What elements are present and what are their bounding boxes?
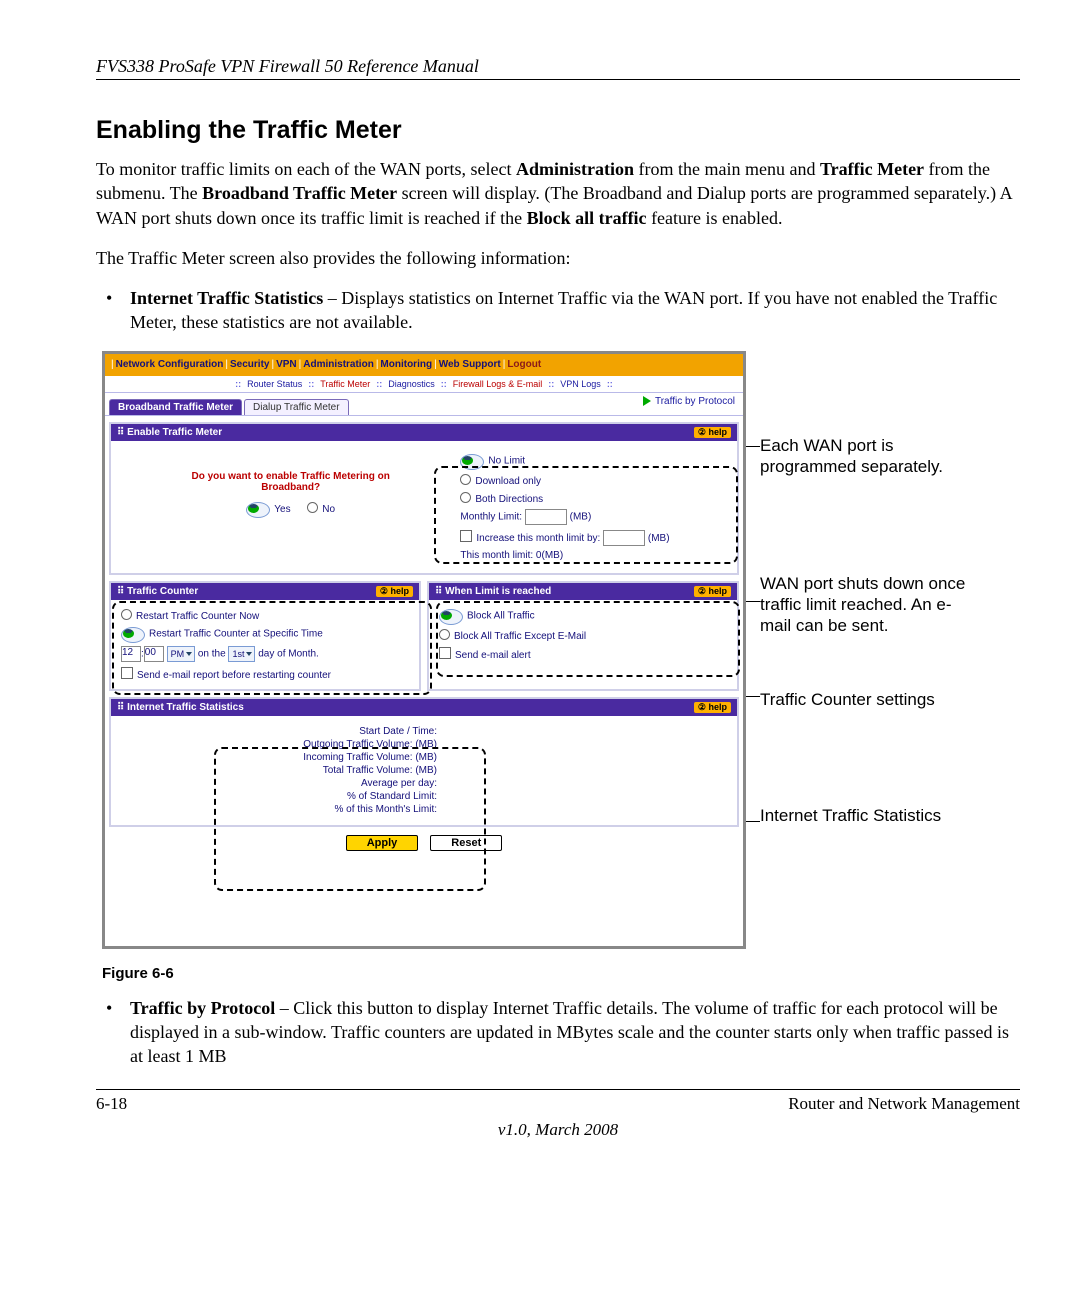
nav-security[interactable]: Security [230,359,269,370]
stat-total: Total Traffic Volume: (MB) [111,765,737,776]
nav-logout[interactable]: Logout [507,359,541,370]
sub-traffic-meter[interactable]: Traffic Meter [320,379,370,389]
stat-std: % of Standard Limit: [111,791,737,802]
manual-header: FVS338 ProSafe VPN Firewall 50 Reference… [96,56,1020,80]
increase-limit-checkbox[interactable] [460,530,472,542]
info-paragraph: The Traffic Meter screen also provides t… [96,246,1020,270]
main-nav: | Network Configuration| Security| VPN| … [105,354,743,376]
help-icon[interactable]: ② help [694,586,731,597]
nav-monitoring[interactable]: Monitoring [380,359,432,370]
tab-dialup[interactable]: Dialup Traffic Meter [244,399,349,415]
send-report-checkbox[interactable] [121,667,133,679]
panel-limit: ⠿ When Limit is reached ② help Block All … [427,581,739,691]
nav-admin[interactable]: Administration [303,359,374,370]
sub-nav: ::Router Status ::Traffic Meter ::Diagno… [105,376,743,392]
increase-limit-row: Increase this month limit by: (MB) [460,529,727,546]
radio-block-all[interactable]: Block All Traffic [439,608,727,624]
traffic-by-protocol-link[interactable]: Traffic by Protocol [643,396,735,407]
ampm-select[interactable]: PM [167,646,196,662]
send-report-row: Send e-mail report before restarting cou… [121,666,409,681]
panel-enable-head: ⠿ Enable Traffic Meter [117,427,222,438]
radio-both[interactable]: Both Directions [460,491,727,505]
callout-wan-port: Each WAN port is programmed separately. [760,435,970,478]
increase-limit-input[interactable] [603,530,645,546]
panel-enable: ⠿ Enable Traffic Meter ② help Do you want… [109,422,739,575]
nav-netconfig[interactable]: Network Configuration [116,359,224,370]
panel-counter-head: ⠿ Traffic Counter [117,586,198,597]
radio-restart-now[interactable]: Restart Traffic Counter Now [121,608,409,622]
panel-stats-head: ⠿ Internet Traffic Statistics [117,702,244,713]
help-icon[interactable]: ② help [376,586,413,597]
radio-block-except-email[interactable]: Block All Traffic Except E-Mail [439,628,727,642]
sub-router-status[interactable]: Router Status [247,379,302,389]
enable-question: Do you want to enable Traffic Metering o… [121,471,460,493]
figure-wrapper: | Network Configuration| Security| VPN| … [96,351,1020,953]
radio-yes[interactable]: Yes [246,504,290,515]
section-title: Enabling the Traffic Meter [96,116,1020,145]
send-email-alert-checkbox[interactable] [439,647,451,659]
min-input[interactable]: 00 [144,646,164,662]
nav-vpn[interactable]: VPN [276,359,297,370]
panel-stats: ⠿ Internet Traffic Statistics ② help Star… [109,697,739,827]
day-select[interactable]: 1st [228,646,255,662]
footer-right: Router and Network Management [788,1094,1020,1114]
tab-row: Broadband Traffic Meter Dialup Traffic M… [105,392,743,416]
screenshot: | Network Configuration| Security| VPN| … [102,351,746,949]
hour-input[interactable]: 12 [121,646,141,662]
intro-paragraph: To monitor traffic limits on each of the… [96,157,1020,230]
page-number: 6-18 [96,1094,127,1114]
callout-stats: Internet Traffic Statistics [760,805,960,826]
radio-download[interactable]: Download only [460,473,727,487]
this-month-limit: This month limit: 0(MB) [460,550,727,561]
send-email-alert-row: Send e-mail alert [439,646,727,661]
callout-counter: Traffic Counter settings [760,689,960,710]
figure-caption: Figure 6-6 [102,965,1020,982]
version-line: v1.0, March 2008 [96,1120,1020,1140]
sub-firewall-logs[interactable]: Firewall Logs & E-mail [453,379,543,389]
panel-counter: ⠿ Traffic Counter ② help Restart Traffic … [109,581,421,691]
page-footer: 6-18 Router and Network Management [96,1089,1020,1114]
bullet-protocol: Traffic by Protocol – Click this button … [96,996,1020,1069]
play-icon [643,396,651,406]
help-icon[interactable]: ② help [694,702,731,713]
tab-broadband[interactable]: Broadband Traffic Meter [109,399,242,415]
sub-vpn-logs[interactable]: VPN Logs [560,379,601,389]
stat-month: % of this Month's Limit: [111,804,737,815]
monthly-limit-row: Monthly Limit: (MB) [460,509,727,525]
help-icon[interactable]: ② help [694,427,731,438]
sub-diagnostics[interactable]: Diagnostics [388,379,435,389]
panel-limit-head: ⠿ When Limit is reached [435,586,551,597]
stat-out: Outgoing Traffic Volume: (MB) [111,739,737,750]
radio-nolimit[interactable]: No Limit [460,453,727,469]
stat-start: Start Date / Time: [111,726,737,737]
callout-shutdown: WAN port shuts down once traffic limit r… [760,573,980,637]
stat-in: Incoming Traffic Volume: (MB) [111,752,737,763]
radio-restart-time[interactable]: Restart Traffic Counter at Specific Time [121,626,409,642]
radio-no[interactable]: No [307,504,335,515]
apply-button[interactable]: Apply [346,835,419,851]
bullet-stats: Internet Traffic Statistics – Displays s… [96,286,1020,335]
restart-time-controls: 12:00 PM on the 1st day of Month. [121,646,409,662]
nav-websupport[interactable]: Web Support [439,359,501,370]
reset-button[interactable]: Reset [430,835,502,851]
stat-avg: Average per day: [111,778,737,789]
monthly-limit-input[interactable] [525,509,567,525]
